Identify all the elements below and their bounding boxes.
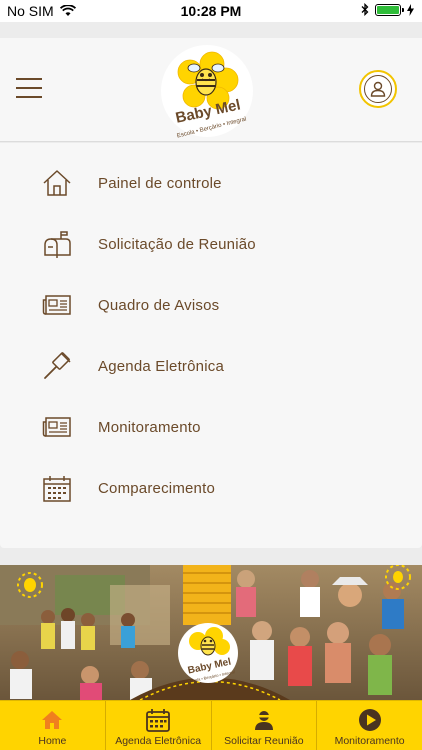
newspaper-icon bbox=[41, 289, 73, 321]
status-right bbox=[361, 3, 414, 16]
menu-item-label: Agenda Eletrônica bbox=[98, 357, 224, 375]
menu-item-agenda[interactable]: Agenda Eletrônica bbox=[0, 340, 422, 392]
calendar-icon bbox=[145, 707, 171, 733]
menu-item-solicitacao[interactable]: Solicitação de Reunião bbox=[0, 218, 422, 270]
tab-monitoramento[interactable]: Monitoramento bbox=[317, 701, 422, 750]
menu-item-label: Comparecimento bbox=[98, 479, 216, 497]
battery-icon bbox=[375, 3, 404, 16]
tab-home[interactable]: Home bbox=[0, 701, 106, 750]
banner-photo: Baby Mel Escola • Berçário • Integral bbox=[0, 565, 422, 700]
user-icon bbox=[364, 75, 392, 103]
tab-label: Home bbox=[38, 735, 67, 747]
bluetooth-icon bbox=[361, 3, 369, 16]
status-bar: No SIM 10:28 PM bbox=[0, 0, 422, 22]
profile-avatar-button[interactable] bbox=[359, 70, 397, 108]
newspaper-icon bbox=[41, 411, 73, 443]
bottom-tab-bar: Home Agenda Eletrônica Solicitar Reunião… bbox=[0, 700, 422, 750]
main-menu: Painel de controle Solicitação de Reuniã… bbox=[0, 143, 422, 548]
home-icon bbox=[39, 707, 65, 733]
school-banner-image: Baby Mel Escola • Berçário • Integral bbox=[0, 565, 422, 700]
charging-icon bbox=[407, 3, 414, 16]
tab-label: Agenda Eletrônica bbox=[115, 735, 202, 747]
menu-item-label: Painel de controle bbox=[98, 174, 222, 192]
status-time: 10:28 PM bbox=[180, 3, 242, 19]
app-header: Baby Mel Escola • Berçário • Integral bbox=[0, 38, 422, 142]
person-icon bbox=[251, 707, 277, 733]
menu-item-label: Monitoramento bbox=[98, 418, 201, 436]
home-icon bbox=[41, 167, 73, 199]
hamburger-menu-icon[interactable] bbox=[16, 78, 42, 98]
tab-label: Solicitar Reunião bbox=[224, 735, 304, 747]
tab-solicitar-reuniao[interactable]: Solicitar Reunião bbox=[212, 701, 318, 750]
gavel-icon bbox=[41, 350, 73, 382]
menu-item-monitoramento[interactable]: Monitoramento bbox=[0, 401, 422, 453]
menu-item-painel[interactable]: Painel de controle bbox=[0, 157, 422, 209]
baby-mel-logo: Baby Mel Escola • Berçário • Integral bbox=[161, 45, 253, 138]
tab-label: Monitoramento bbox=[334, 735, 405, 747]
menu-item-quadro-avisos[interactable]: Quadro de Avisos bbox=[0, 279, 422, 331]
menu-item-label: Quadro de Avisos bbox=[98, 296, 220, 314]
menu-item-comparecimento[interactable]: Comparecimento bbox=[0, 462, 422, 514]
play-icon bbox=[357, 707, 383, 733]
calendar-icon bbox=[41, 472, 73, 504]
tab-agenda-eletronica[interactable]: Agenda Eletrônica bbox=[106, 701, 212, 750]
menu-item-label: Solicitação de Reunião bbox=[98, 235, 256, 253]
mailbox-icon bbox=[41, 228, 73, 260]
